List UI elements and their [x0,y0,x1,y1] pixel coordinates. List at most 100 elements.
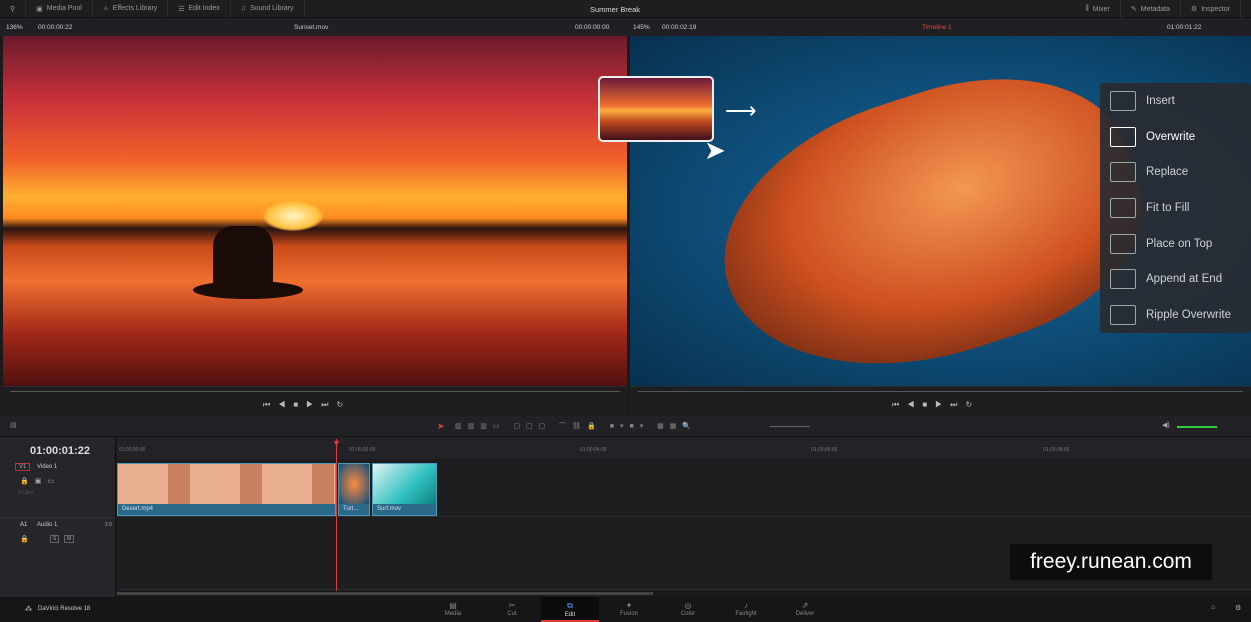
overlay-insert[interactable]: Insert [1100,83,1251,119]
solo-button[interactable]: S [50,535,59,543]
clip-name: Turt... [339,504,369,514]
track-headers: 01:00:01:22 V1 Video 1 🔒▣▭ 3 Clips A1 Au… [0,437,116,597]
top-toolbar: ⚲ ▣ Media Pool ✧Effects Library ☰ Edit Ind… [0,0,1251,18]
page-edit[interactable]: ⧉Edit [541,597,599,622]
settings-icon[interactable]: ⚙ [1235,604,1241,612]
source-scrubber[interactable] [10,391,620,392]
timeline-end-timecode: 01:00:01:22 [1167,24,1201,31]
page-fairlight[interactable]: ♪Fairlight [717,597,775,622]
source-timecode: 00:00:00:22 [38,24,72,31]
append-icon [1110,269,1136,289]
timeline-scrubber[interactable] [638,391,1243,392]
media-pool-button[interactable]: ▣ Media Pool [26,0,93,17]
clip-thumbnail [373,464,436,504]
fusion-icon: ✦ [600,601,658,610]
page-deliver[interactable]: ⇗Deliver [776,597,834,622]
timeline-transport: ⏮◀■▶⏭↻ [630,386,1251,416]
layout-icon[interactable]: ▤ [10,421,17,429]
list-icon: ☰ [178,5,184,13]
sound-library-button[interactable]: ♫ Sound Library [231,0,305,17]
lock-icon[interactable]: 🔒 [20,535,29,543]
source-end-timecode: 00:00:00:00 [575,24,609,31]
edit-overlay-menu: Insert Overwrite Replace Fit to Fill Pla… [1100,83,1251,333]
dragged-clip-thumbnail[interactable] [598,76,714,142]
label: Edit Index [189,5,220,12]
page-fusion[interactable]: ✦Fusion [600,597,658,622]
page-color[interactable]: ◎Color [659,597,717,622]
overlay-ripple-overwrite[interactable]: Ripple Overwrite [1100,297,1251,333]
transport-controls[interactable]: ⏮◀■▶⏭↻ [892,400,980,410]
volume-icon[interactable]: ◀) [1162,421,1170,429]
audio-channels: 2.0 [105,522,112,528]
label: Mixer [1093,6,1110,13]
media-icon: ▤ [424,601,482,610]
metadata-button[interactable]: ✎Metadata [1121,0,1181,18]
sun-image [263,201,323,231]
inspector-button[interactable]: ⚙Inspector [1181,0,1241,18]
page-media[interactable]: ▤Media [424,597,482,622]
clip-thumbnail [339,464,369,504]
metadata-icon: ✎ [1131,5,1137,13]
surfers-silhouette [213,226,273,296]
source-transport: ⏮◀■▶⏭↻ [0,386,627,416]
transport-controls[interactable]: ⏮◀■▶⏭↻ [263,400,351,410]
page-bar: ⁂ DaVinci Resolve 18 ▤Media ✂Cut ⧉Edit ✦… [0,597,1251,622]
home-icon[interactable]: ⌂ [1211,604,1215,611]
workspace-icon[interactable]: ⚲ [0,0,26,17]
v1-badge[interactable]: V1 [15,463,30,471]
a1-badge[interactable]: A1 [20,522,27,528]
overlay-place-on-top[interactable]: Place on Top [1100,226,1251,262]
clip-thumbnail [118,464,335,504]
source-clip-name[interactable]: Sunset.mov [294,24,328,31]
mute-button[interactable]: M [64,535,74,543]
timeline-clip[interactable]: Desert.mp4 [117,463,336,516]
edit-icon: ⧉ [541,601,599,611]
overwrite-icon [1110,127,1136,147]
source-viewer[interactable] [3,36,627,386]
source-zoom[interactable]: 136% [6,24,23,31]
arrow-right-icon: ⟶ [725,98,757,124]
timeline-name[interactable]: Timeline 1 [922,24,952,31]
edit-tools[interactable]: ▥▥▥▭ ▢▢▢ ⌒⛓🔒 ■▾■▾ ▦▦🔍 [455,421,697,431]
overlay-fit-to-fill[interactable]: Fit to Fill [1100,190,1251,226]
replace-icon [1110,162,1136,182]
selection-tool-icon[interactable]: ➤ [437,421,445,432]
clip-count: 3 Clips [18,490,33,496]
playhead-handle[interactable]: ▼ [332,438,341,448]
video-track-controls[interactable]: 🔒▣▭ [20,477,60,485]
place-on-top-icon [1110,234,1136,254]
page-cut[interactable]: ✂Cut [483,597,541,622]
watermark: freey.runean.com [1010,544,1212,580]
label: Sound Library [250,5,294,12]
timeline-clip[interactable]: Surf.mov [372,463,437,516]
project-title: Summer Break [590,5,640,14]
label: Append at End [1146,273,1222,285]
cut-icon: ✂ [483,601,541,610]
timeline-ruler[interactable]: 01:00:00:00 01:00:02:00 01:00:04:00 01:0… [117,437,1251,459]
timeline-toolbar: ▤ ➤ ▥▥▥▭ ▢▢▢ ⌒⛓🔒 ■▾■▾ ▦▦🔍 ◀) [0,416,1251,437]
app-name: DaVinci Resolve 18 [38,606,90,612]
overlay-append-at-end[interactable]: Append at End [1100,261,1251,297]
playhead[interactable] [336,439,337,591]
edit-index-button[interactable]: ☰ Edit Index [168,0,230,17]
label: Insert [1146,95,1175,107]
timeline-clip[interactable]: Turt... [338,463,370,516]
effects-library-button[interactable]: ✧Effects Library [93,0,169,17]
overlay-replace[interactable]: Replace [1100,154,1251,190]
cursor-icon: ➤ [704,135,726,166]
zoom-slider[interactable] [770,426,810,427]
ruler-tick-label: 01:00:06:00 [811,447,837,453]
label: Place on Top [1146,238,1212,250]
timeline-viewer-timecode: 00:00:02:19 [662,24,696,31]
overlay-overwrite[interactable]: Overwrite [1100,119,1251,155]
ripple-overwrite-icon [1110,305,1136,325]
label: Media Pool [47,5,82,12]
video-track: Desert.mp4 Turt... Surf.mov [117,460,1251,517]
volume-slider[interactable] [1177,426,1217,428]
music-icon: ♫ [241,5,246,12]
media-pool-icon: ▣ [36,5,43,13]
mixer-button[interactable]: ⫼Mixer [1076,0,1121,18]
timeline-scrollbar[interactable] [117,592,653,595]
timeline-zoom[interactable]: 145% [633,24,650,31]
deliver-icon: ⇗ [776,601,834,610]
